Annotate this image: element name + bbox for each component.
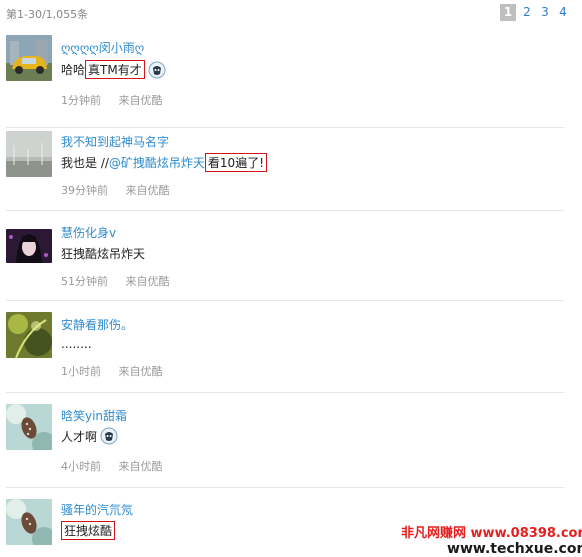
comment-time: 39分钟前 (61, 184, 108, 197)
user-avatar[interactable] (6, 499, 52, 545)
comment-time: 51分钟前 (61, 275, 108, 288)
mention-link[interactable]: @矿拽酷炫吊炸天 (109, 154, 205, 171)
watermark-site-url: www.08398.com (470, 526, 582, 541)
comment-text-plain: 我也是 // (61, 156, 109, 170)
comment-text-plain: 狂拽酷炫吊炸天 (61, 247, 146, 261)
avatar-plant-image (6, 312, 52, 358)
comment-text-plain: 人才啊 (61, 429, 98, 444)
watermark-site-name: 非凡网赚网 (401, 526, 467, 541)
comment-source[interactable]: 来自优酷 (126, 275, 170, 288)
page-2-link[interactable]: 2 (520, 4, 534, 21)
comment-time: 1小时前 (61, 365, 101, 378)
emoticon-icon (148, 61, 166, 78)
comment-source[interactable]: 来自优酷 (119, 94, 163, 107)
comment-source[interactable]: 来自优酷 (119, 365, 163, 378)
comment-text: 哈哈 真TM有才 (61, 60, 166, 79)
highlighted-text: 狂拽炫酷 (61, 521, 116, 540)
comment-text: 人才啊 (61, 427, 118, 445)
avatar-insect-image (6, 404, 52, 450)
comment-meta: 39分钟前 来自优酷 (61, 182, 170, 198)
comment-text: ........ (61, 337, 92, 351)
comment-text: 狂拽炫酷 (61, 521, 116, 540)
comment-item: 慧伤化身v 狂拽酷炫吊炸天 51分钟前 来自优酷 (0, 219, 582, 301)
comment-text-plain: 哈哈 (61, 63, 86, 77)
page-3-link[interactable]: 3 (538, 4, 552, 21)
comment-item: 我不知到起神马名字 我也是 // @矿拽酷炫吊炸天 看10遍了! 39分钟前 来… (0, 128, 582, 211)
divider (6, 210, 564, 211)
comment-username[interactable]: ღღღღ闵小雨ღ (61, 39, 144, 56)
avatar-insect-image (6, 499, 52, 545)
comment-username[interactable]: 骚年的汽氘氖 (61, 501, 133, 518)
comment-item: ღღღღ闵小雨ღ 哈哈 真TM有才 1分钟前 来自优酷 (0, 30, 582, 128)
comment-username[interactable]: 慧伤化身v (61, 224, 116, 241)
page-1-current[interactable]: 1 (500, 4, 516, 21)
comment-meta: 1小时前 来自优酷 (61, 363, 163, 379)
page-4-link[interactable]: 4 (556, 4, 570, 21)
comment-text: 狂拽酷炫吊炸天 (61, 245, 145, 262)
comment-text: 我也是 // @矿拽酷炫吊炸天 看10遍了! (61, 153, 268, 172)
emoticon-icon (100, 427, 118, 445)
avatar-car-image (6, 35, 52, 81)
highlighted-text: 看10遍了! (204, 153, 268, 172)
comment-count: 第1-30/1,055条 (6, 8, 89, 21)
comment-item: 晗笑yin甜霜 人才啊 4小时前 来自优酷 (0, 401, 582, 488)
comment-meta: 4小时前 来自优酷 (61, 458, 163, 474)
list-header: 第1-30/1,055条 1 2 3 4 (0, 0, 582, 26)
divider (6, 487, 564, 488)
comment-source[interactable]: 来自优酷 (119, 460, 163, 473)
comment-username[interactable]: 安静看那伤。 (61, 316, 133, 333)
comment-text-plain: ........ (61, 337, 92, 351)
avatar-landscape-image (6, 131, 52, 177)
comment-time: 4小时前 (61, 460, 101, 473)
comment-meta: 1分钟前 来自优酷 (61, 92, 163, 108)
watermark-footer-logo: www.techxue.com (447, 541, 582, 557)
divider (6, 300, 564, 301)
comment-item: 安静看那伤。 ........ 1小时前 来自优酷 (0, 310, 582, 393)
user-avatar[interactable] (6, 35, 52, 81)
user-avatar[interactable] (6, 312, 52, 358)
comment-username[interactable]: 我不知到起神马名字 (61, 133, 169, 150)
comment-meta: 51分钟前 来自优酷 (61, 273, 170, 289)
comment-source[interactable]: 来自优酷 (126, 184, 170, 197)
divider (6, 392, 564, 393)
highlighted-text: 真TM有才 (85, 60, 145, 79)
pagination: 1 2 3 4 (500, 4, 570, 21)
watermark: 非凡网赚网 www.08398.com www.techxue.com (401, 522, 582, 557)
user-avatar[interactable] (6, 404, 52, 450)
comment-username[interactable]: 晗笑yin甜霜 (61, 407, 127, 424)
user-avatar[interactable] (6, 229, 52, 263)
comment-time: 1分钟前 (61, 94, 101, 107)
avatar-anime-image (6, 229, 52, 263)
user-avatar[interactable] (6, 131, 52, 177)
